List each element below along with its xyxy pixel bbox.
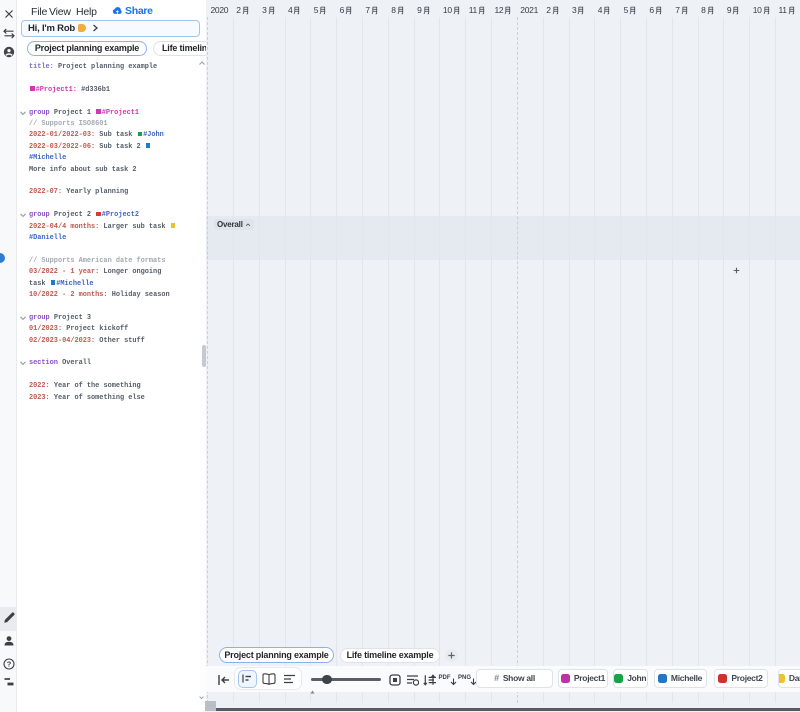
svg-text:?: ? bbox=[7, 660, 12, 669]
